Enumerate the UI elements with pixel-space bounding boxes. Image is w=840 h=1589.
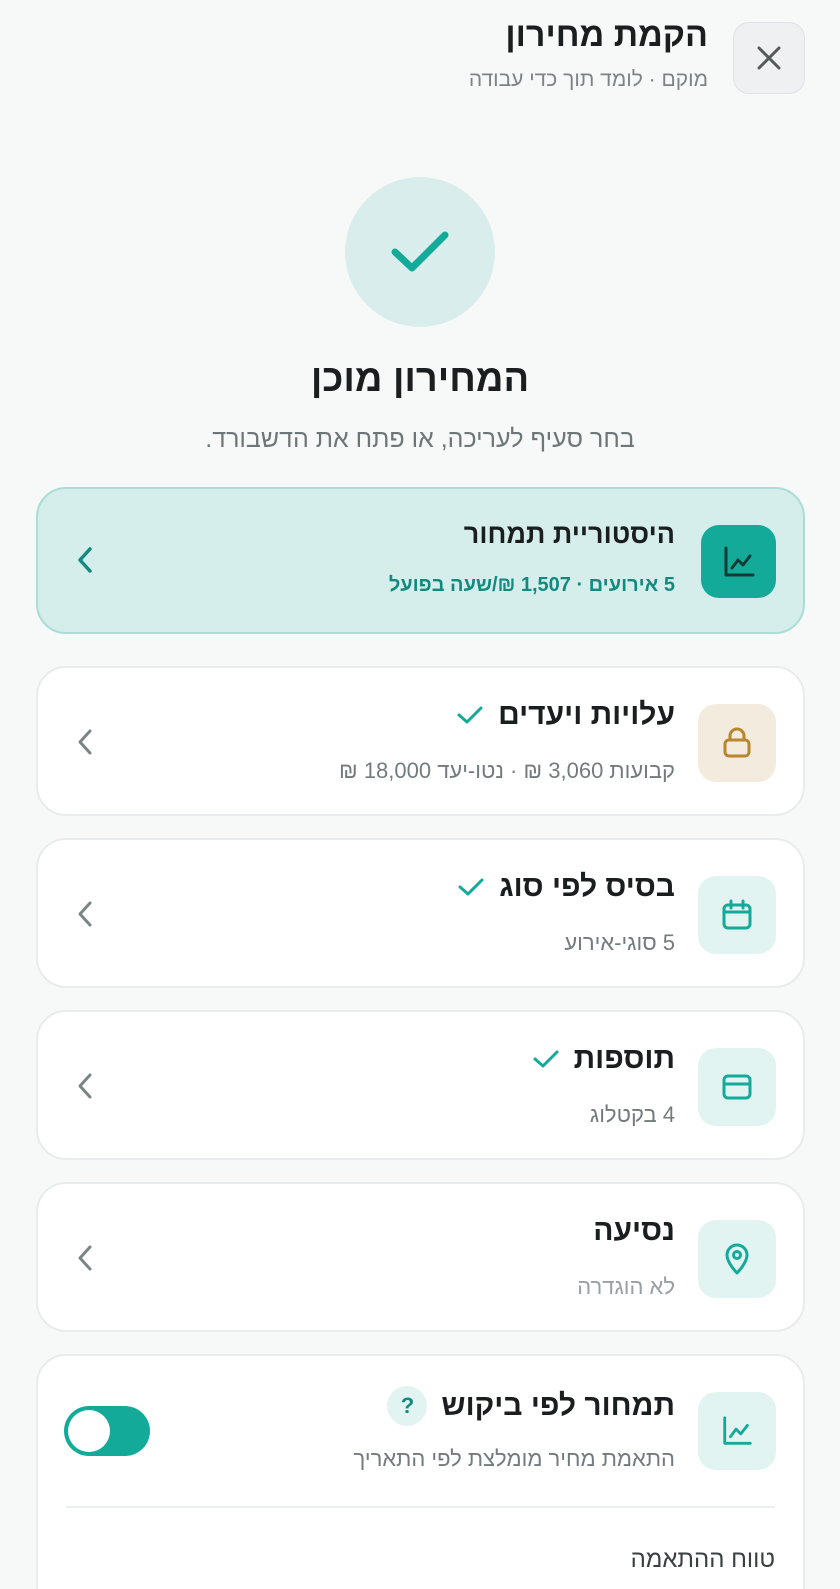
section-subtitle: לא הוגדרה (577, 1274, 675, 1299)
page-title: הקמת מחירון (505, 16, 708, 54)
check-icon (457, 706, 483, 724)
demand-pricing-card: תמחור לפי ביקוש ? התאמת מחיר מומלצת לפי … (36, 1354, 805, 1589)
success-badge (345, 177, 495, 327)
location-pin-icon (725, 1243, 749, 1275)
section-icon-box (698, 876, 776, 954)
ready-subtitle: בחר סעיף לעריכה, או פתח את הדשבורד. (205, 425, 635, 453)
card-icon (722, 1074, 752, 1100)
chevron-left-icon (78, 1245, 92, 1271)
toggle-knob (68, 1410, 110, 1452)
section-subtitle: 4 בקטלוג (589, 1102, 675, 1127)
lock-icon (723, 727, 751, 758)
section-title: תמחור לפי ביקוש (441, 1389, 675, 1422)
section-title: נסיעה (593, 1214, 675, 1247)
demand-pricing-toggle[interactable] (64, 1406, 150, 1456)
section-icon-box (698, 704, 776, 782)
chart-icon (723, 1416, 752, 1445)
close-button[interactable] (733, 22, 805, 94)
section-subtitle: התאמת מחיר מומלצת לפי התאריך (353, 1446, 675, 1471)
page-subtitle: מוקם · לומד תוך כדי עבודה (468, 68, 708, 91)
range-label: טווח ההתאמה (630, 1546, 775, 1573)
check-icon (391, 231, 449, 272)
section-icon-box (698, 1220, 776, 1298)
section-card-extras[interactable]: תוספות 4 בקטלוג (36, 1010, 805, 1160)
chevron-left-icon (78, 1073, 92, 1099)
chevron-left-icon (78, 547, 92, 573)
section-title: היסטוריית תמחור (463, 519, 675, 549)
section-title: עלויות ויעדים (498, 698, 675, 731)
close-icon (757, 46, 781, 70)
section-subtitle: 5 אירועים · 1,507 ₪/שעה בפועל (388, 574, 675, 596)
section-subtitle: קבועות 3,060 ₪ · נטו-יעד 18,000 ₪ (339, 758, 675, 783)
section-title: תוספות (573, 1042, 675, 1075)
chevron-left-icon (78, 901, 92, 927)
divider (66, 1506, 775, 1508)
section-card-travel[interactable]: נסיעה לא הוגדרה (36, 1182, 805, 1332)
section-icon-box (698, 1392, 776, 1470)
chevron-left-icon (78, 729, 92, 755)
calendar-icon (722, 899, 752, 930)
section-card-costs-targets[interactable]: עלויות ויעדים קבועות 3,060 ₪ · נטו-יעד 1… (36, 666, 805, 816)
section-title: בסיס לפי סוג (499, 870, 675, 903)
check-icon (458, 878, 484, 896)
section-subtitle: 5 סוגי-אירוע (564, 930, 675, 955)
section-icon-box (701, 525, 776, 598)
check-icon (533, 1050, 559, 1068)
help-icon[interactable]: ? (387, 1386, 428, 1426)
section-card-base-by-type[interactable]: בסיס לפי סוג 5 סוגי-אירוע (36, 838, 805, 988)
section-card-pricing-history[interactable]: היסטוריית תמחור 5 אירועים · 1,507 ₪/שעה … (36, 487, 805, 634)
section-icon-box (698, 1048, 776, 1126)
ready-title: המחירון מוכן (310, 358, 530, 400)
chart-icon (724, 546, 754, 576)
